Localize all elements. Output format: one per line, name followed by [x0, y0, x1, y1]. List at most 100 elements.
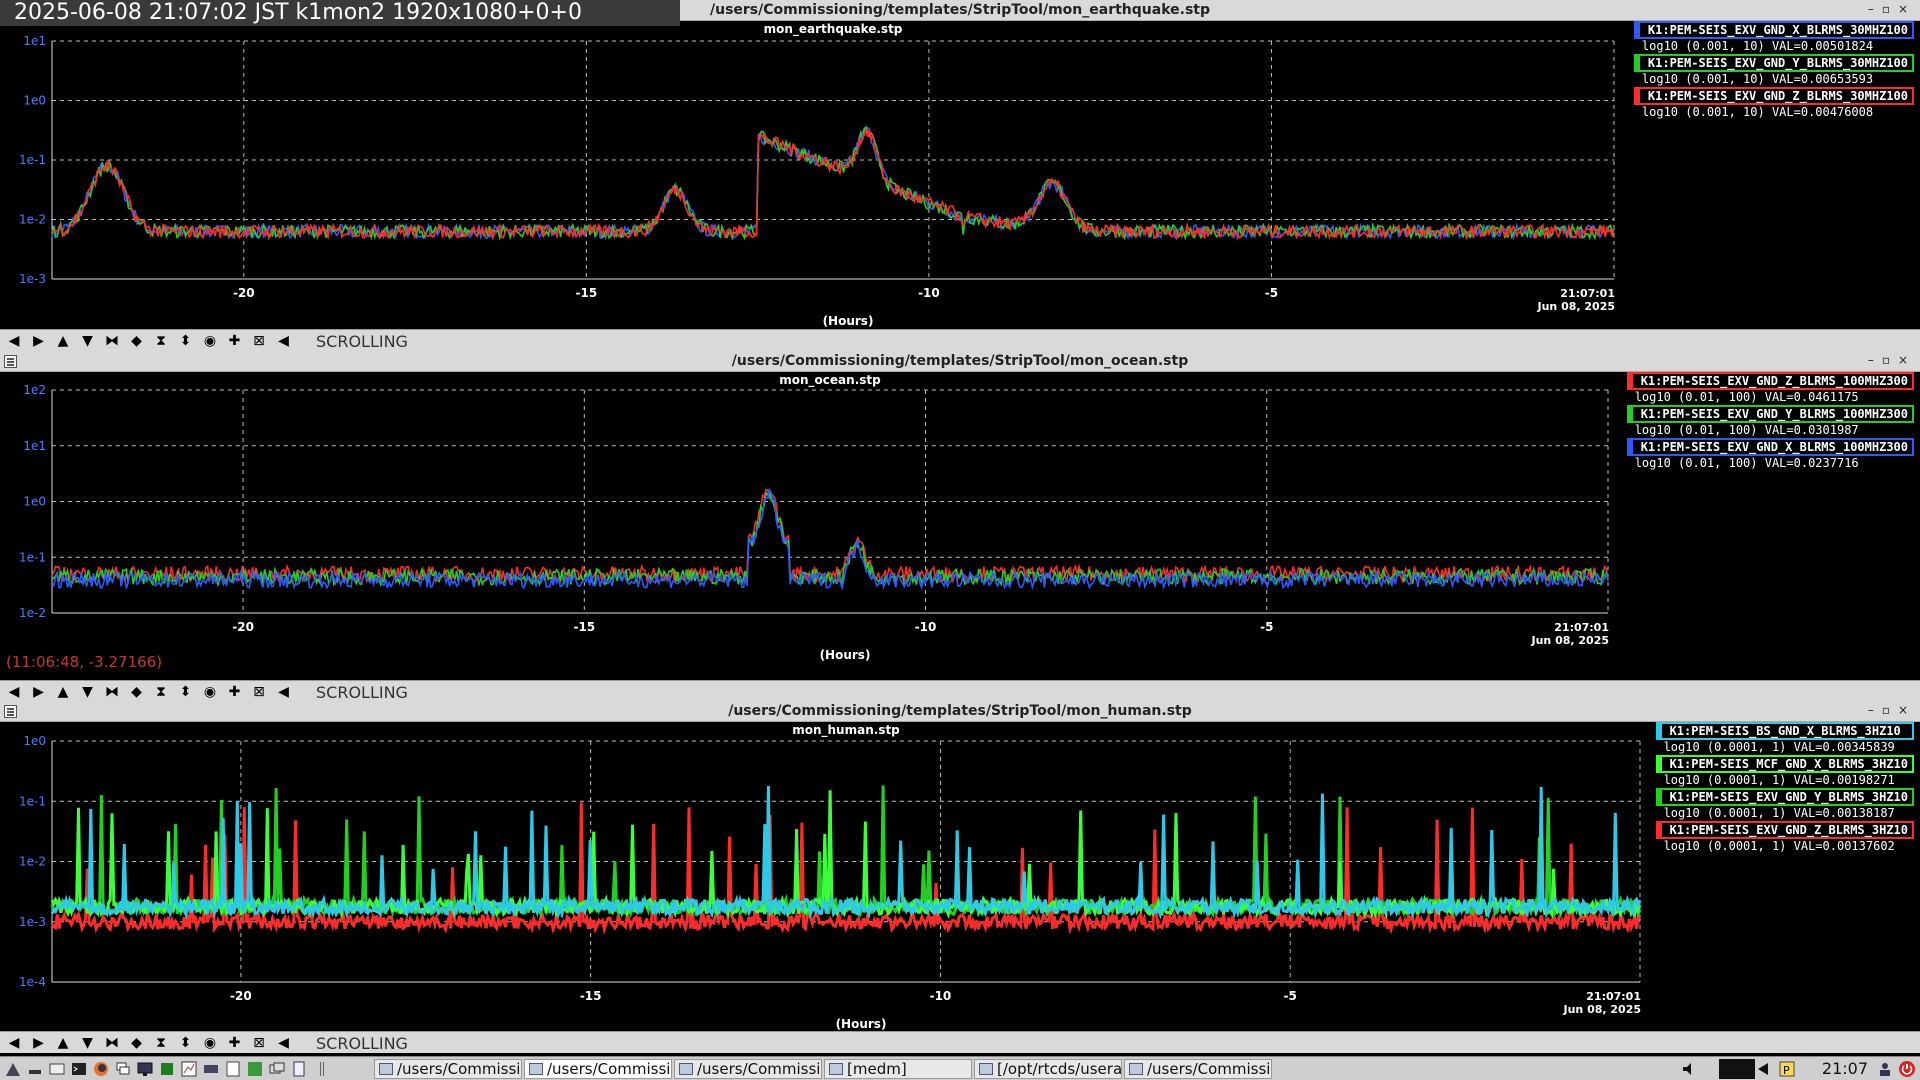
legend-item[interactable]: K1:PEM-SEIS_BS_GND_X_BLRMS_3HZ10 log10 (0… — [1655, 722, 1914, 754]
arrow-right-icon[interactable]: ▶ — [29, 683, 49, 701]
legend-item[interactable]: K1:PEM-SEIS_EXV_GND_Y_BLRMS_3HZ10 log10 (… — [1655, 788, 1914, 820]
coordinate-readout: (11:06:48, -3.27166) — [6, 653, 163, 671]
arrow-left-icon[interactable]: ◀ — [4, 1034, 24, 1052]
refresh-icon[interactable]: ◉ — [200, 1034, 220, 1052]
arrow-icon[interactable] — [1754, 1060, 1772, 1078]
striptool-window-earthquake: /users/Commissioning/templates/StripTool… — [0, 0, 1920, 352]
window-list-icon[interactable] — [114, 1060, 132, 1078]
strip-chart-plot[interactable]: mon_earthquake.stp 1e1 1e0 1e-1 1e-2 1e-3 -20 -… — [0, 21, 1920, 329]
crosshair-icon[interactable]: ✚ — [225, 1034, 245, 1052]
taskbar-task[interactable]: /users/Commissi... — [1124, 1059, 1272, 1079]
arrow-up-icon[interactable]: ▲ — [53, 332, 73, 350]
arrow-down-icon[interactable]: ▼ — [78, 683, 98, 701]
zoom-x-in-icon[interactable]: ⧓ — [102, 1034, 122, 1052]
legend-item[interactable]: K1:PEM-SEIS_EXV_GND_Z_BLRMS_100MHZ300 log… — [1626, 372, 1914, 404]
zoom-x-out-icon[interactable]: ◆ — [127, 332, 147, 350]
chip-icon[interactable] — [158, 1060, 176, 1078]
arrow-right-icon[interactable]: ▶ — [29, 1034, 49, 1052]
pause-icon[interactable]: ◀ — [274, 683, 294, 701]
zoom-y-in-icon[interactable]: ⧗ — [151, 683, 171, 701]
legend: K1:PEM-SEIS_EXV_GND_Z_BLRMS_100MHZ300 log… — [1626, 372, 1914, 471]
arrow-down-icon[interactable]: ▼ — [78, 332, 98, 350]
start-menu-icon[interactable] — [4, 1060, 22, 1078]
window-controls[interactable]: –▫× — [1868, 353, 1916, 367]
zoom-x-in-icon[interactable]: ⧓ — [102, 332, 122, 350]
zoom-x-out-icon[interactable]: ◆ — [127, 683, 147, 701]
legend-item[interactable]: K1:PEM-SEIS_EXV_GND_Z_BLRMS_3HZ10 log10 (… — [1655, 821, 1914, 853]
taskbar-task[interactable]: [/opt/rtcds/usera... — [974, 1059, 1122, 1079]
autoscale-icon[interactable]: ⊠ — [249, 683, 269, 701]
editor-icon[interactable] — [224, 1060, 242, 1078]
document-icon[interactable] — [290, 1060, 308, 1078]
spreadsheet-icon[interactable] — [246, 1060, 264, 1078]
legend-item[interactable]: K1:PEM-SEIS_EXV_GND_Y_BLRMS_30MHZ100 log1… — [1633, 54, 1914, 86]
window-title: /users/Commissioning/templates/StripTool… — [728, 703, 1192, 719]
zoom-x-out-icon[interactable]: ◆ — [127, 1034, 147, 1052]
crosshair-icon[interactable]: ✚ — [225, 332, 245, 350]
network-icon[interactable] — [202, 1060, 220, 1078]
end-time-label: 21:07:01 — [1586, 990, 1641, 1003]
tray-widget[interactable] — [1719, 1059, 1755, 1079]
y-tick-label: 1e-2 — [19, 606, 46, 620]
zoom-y-out-icon[interactable]: ⬍ — [176, 332, 196, 350]
taskbar-task-label: /users/Commissi... — [697, 1060, 822, 1078]
legend-item[interactable]: K1:PEM-SEIS_MCF_GND_X_BLRMS_3HZ10 log10 (… — [1655, 755, 1914, 787]
x-tick-label: -5 — [1284, 989, 1297, 1003]
window-titlebar[interactable]: /users/Commissioning/templates/StripTool… — [0, 701, 1920, 722]
pause-icon[interactable]: ◀ — [274, 1034, 294, 1052]
monitor-icon[interactable] — [136, 1060, 154, 1078]
multi-window-icon[interactable] — [268, 1060, 286, 1078]
legend-series-range: log10 (0.0001, 1) VAL=0.00137602 — [1655, 839, 1914, 853]
minimize-all-icon[interactable] — [26, 1060, 44, 1078]
files-icon[interactable] — [48, 1060, 66, 1078]
arrow-right-icon[interactable]: ▶ — [29, 332, 49, 350]
zoom-y-in-icon[interactable]: ⧗ — [151, 1034, 171, 1052]
zoom-y-out-icon[interactable]: ⬍ — [176, 683, 196, 701]
taskbar-task[interactable]: /users/Commissi... — [674, 1059, 822, 1079]
crosshair-icon[interactable]: ✚ — [225, 683, 245, 701]
y-tick-label: 1e1 — [23, 34, 46, 48]
zoom-y-out-icon[interactable]: ⬍ — [176, 1034, 196, 1052]
chart-app-icon[interactable] — [180, 1060, 198, 1078]
power-icon[interactable] — [1898, 1060, 1916, 1078]
arrow-down-icon[interactable]: ▼ — [78, 1034, 98, 1052]
autoscale-icon[interactable]: ⊠ — [249, 332, 269, 350]
window-controls[interactable]: –▫× — [1868, 2, 1916, 16]
window-titlebar[interactable]: /users/Commissioning/templates/StripTool… — [0, 351, 1920, 372]
refresh-icon[interactable]: ◉ — [200, 332, 220, 350]
arrow-up-icon[interactable]: ▲ — [53, 1034, 73, 1052]
zoom-x-in-icon[interactable]: ⧓ — [102, 683, 122, 701]
legend-series-name: K1:PEM-SEIS_EXV_GND_Y_BLRMS_30MHZ100 — [1633, 54, 1914, 72]
terminal-icon[interactable] — [70, 1060, 88, 1078]
series-trace — [50, 785, 1642, 920]
end-date-label: Jun 08, 2025 — [1562, 1003, 1641, 1016]
speaker-icon[interactable] — [1680, 1060, 1698, 1078]
legend-item[interactable]: K1:PEM-SEIS_EXV_GND_X_BLRMS_100MHZ300 log… — [1626, 438, 1914, 470]
parking-icon[interactable]: P — [1778, 1060, 1796, 1078]
taskbar-task[interactable]: /users/Commissi... — [524, 1059, 672, 1079]
legend-item[interactable]: K1:PEM-SEIS_EXV_GND_Y_BLRMS_100MHZ300 log… — [1626, 405, 1914, 437]
zoom-y-in-icon[interactable]: ⧗ — [151, 332, 171, 350]
firefox-icon[interactable] — [92, 1060, 110, 1078]
legend-series-name: K1:PEM-SEIS_BS_GND_X_BLRMS_3HZ10 — [1655, 722, 1914, 740]
plot-title: mon_ocean.stp — [779, 373, 881, 388]
taskbar-task[interactable]: [medm] — [824, 1059, 972, 1079]
window-controls[interactable]: –▫× — [1868, 703, 1916, 717]
end-date-label: Jun 08, 2025 — [1530, 634, 1609, 647]
autoscale-icon[interactable]: ⊠ — [249, 1034, 269, 1052]
legend-series-range: log10 (0.001, 10) VAL=0.00501824 — [1633, 39, 1914, 53]
strip-chart-plot[interactable]: mon_human.stp 1e0 1e-1 1e-2 1e-3 1e-4 -20 -15 -1… — [0, 722, 1920, 1032]
legend: K1:PEM-SEIS_BS_GND_X_BLRMS_3HZ10 log10 (0… — [1655, 722, 1914, 854]
x-tick-label: -20 — [233, 286, 255, 300]
legend-series-range: log10 (0.01, 100) VAL=0.0237716 — [1626, 456, 1914, 470]
arrow-left-icon[interactable]: ◀ — [4, 332, 24, 350]
taskbar-task[interactable]: /users/Commissi... — [374, 1059, 522, 1079]
refresh-icon[interactable]: ◉ — [200, 683, 220, 701]
arrow-up-icon[interactable]: ▲ — [53, 683, 73, 701]
pause-icon[interactable]: ◀ — [274, 332, 294, 350]
striptool-toolbar: ◀ ▶ ▲ ▼ ⧓ ◆ ⧗ ⬍ ◉ ✚ ⊠ ◀ SCROLLING — [0, 1031, 1920, 1053]
legend-item[interactable]: K1:PEM-SEIS_EXV_GND_Z_BLRMS_30MHZ100 log1… — [1633, 87, 1914, 119]
legend-item[interactable]: K1:PEM-SEIS_EXV_GND_X_BLRMS_30MHZ100 log1… — [1633, 21, 1914, 53]
user-icon[interactable] — [1876, 1060, 1894, 1078]
arrow-left-icon[interactable]: ◀ — [4, 683, 24, 701]
